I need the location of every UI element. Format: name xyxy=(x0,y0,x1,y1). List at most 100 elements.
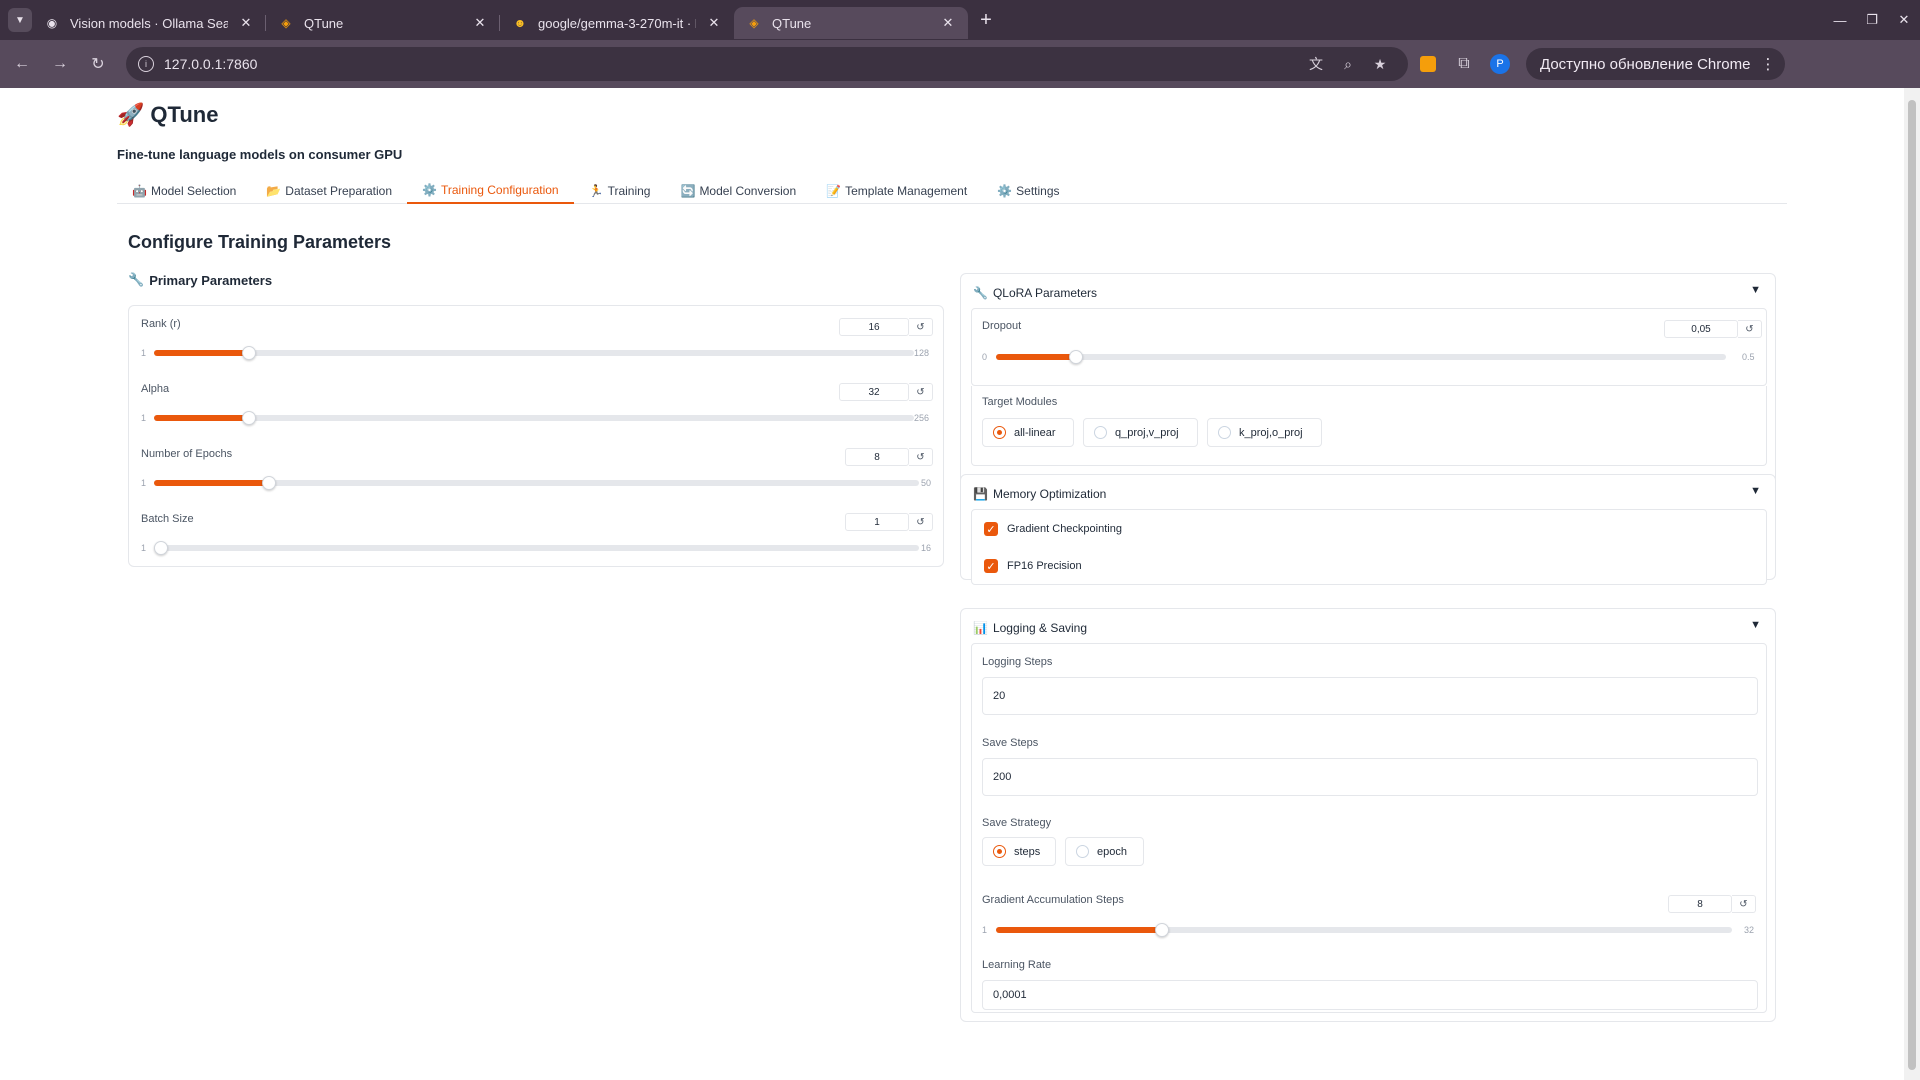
profile-avatar[interactable]: P xyxy=(1484,48,1516,80)
close-icon[interactable]: ✕ xyxy=(472,15,488,31)
tab-settings[interactable]: ⚙️ Settings xyxy=(982,178,1074,204)
learning-rate-input[interactable]: 0,0001 xyxy=(982,980,1758,1010)
collapse-triangle-icon[interactable]: ▼ xyxy=(1750,619,1761,631)
slider-label: Number of Epochs xyxy=(141,448,233,460)
address-bar[interactable]: i 127.0.0.1:7860 文 ⌕ ★ xyxy=(126,47,1408,81)
chrome-update-button[interactable]: Доступно обновление Chrome ⋮ xyxy=(1526,48,1786,80)
wrench-icon: 🔧 xyxy=(128,272,145,287)
close-icon[interactable]: ✕ xyxy=(706,15,722,31)
site-info-icon[interactable]: i xyxy=(138,56,154,72)
slider-track[interactable] xyxy=(996,923,1732,937)
restore-icon[interactable]: ❐ xyxy=(1856,12,1888,28)
reload-icon[interactable]: ↻ xyxy=(82,48,114,80)
save-steps-label: Save Steps xyxy=(982,737,1039,749)
radio-k-proj-o-proj[interactable]: k_proj,o_proj xyxy=(1207,418,1322,447)
collapse-triangle-icon[interactable]: ▼ xyxy=(1750,284,1761,296)
new-tab-plus-icon[interactable]: + xyxy=(972,6,1000,34)
accordion-header[interactable]: 🔧 QLoRA Parameters xyxy=(973,286,1097,300)
reset-icon[interactable]: ↺ xyxy=(909,318,933,336)
logging-steps-label: Logging Steps xyxy=(982,656,1053,668)
collapse-triangle-icon[interactable]: ▼ xyxy=(1750,485,1761,497)
slider-track[interactable] xyxy=(154,346,914,360)
epochs-number-input[interactable]: 8 xyxy=(845,448,909,466)
batch-size-number-input[interactable]: 1 xyxy=(845,513,909,531)
reset-icon[interactable]: ↺ xyxy=(909,383,933,401)
accordion-header[interactable]: 💾 Memory Optimization xyxy=(973,487,1106,501)
grad-accum-number-input[interactable]: 8 xyxy=(1668,895,1732,913)
slider-track[interactable] xyxy=(154,476,919,490)
tab-search-chevron-icon[interactable]: ▼ xyxy=(8,8,32,32)
tab-title: QTune xyxy=(772,15,812,31)
slider-thumb[interactable] xyxy=(154,541,168,555)
back-arrow-icon[interactable]: ← xyxy=(6,48,38,80)
save-steps-input[interactable]: 200 xyxy=(982,758,1758,796)
main-tabs: 🤖 Model Selection 📂 Dataset Preparation ⚙️… xyxy=(117,178,1787,204)
more-menu-icon[interactable]: ⋮ xyxy=(1760,55,1775,73)
zoom-icon[interactable]: ⌕ xyxy=(1332,56,1364,73)
slider-thumb[interactable] xyxy=(1069,350,1083,364)
page-scrollbar[interactable] xyxy=(1904,88,1920,1080)
range-min: 1 xyxy=(141,478,147,488)
tab-template-management[interactable]: 📝 Template Management xyxy=(811,178,982,204)
tab-training-configuration[interactable]: ⚙️ Training Configuration xyxy=(407,178,574,204)
browser-tab-2[interactable]: ◈ QTune ✕ xyxy=(266,7,500,39)
tab-training[interactable]: 🏃 Training xyxy=(574,178,666,204)
bookmark-star-icon[interactable]: ★ xyxy=(1364,56,1396,73)
reset-icon[interactable]: ↺ xyxy=(1732,895,1756,913)
window-controls: — ❐ ✕ xyxy=(1824,0,1920,40)
range-min: 1 xyxy=(141,413,147,423)
gear-icon: ⚙️ xyxy=(422,183,437,197)
primary-parameters-panel: Rank (r) 16 ↺ 1 128 Alpha 32 ↺ 1 256 Num… xyxy=(128,305,944,567)
tab-dataset-preparation[interactable]: 📂 Dataset Preparation xyxy=(251,178,407,204)
grad-accum-label: Gradient Accumulation Steps xyxy=(982,894,1124,906)
wrench-icon: 🔧 xyxy=(973,286,988,300)
browser-tab-1[interactable]: ◉ Vision models · Ollama Search ✕ xyxy=(32,7,266,39)
gradient-checkpointing-checkbox[interactable]: ✓ Gradient Checkpointing xyxy=(984,522,1122,536)
radio-q-proj-v-proj[interactable]: q_proj,v_proj xyxy=(1083,418,1198,447)
accordion-header[interactable]: 📊 Logging & Saving xyxy=(973,621,1087,635)
alpha-number-input[interactable]: 32 xyxy=(839,383,909,401)
browser-tab-4-active[interactable]: ◈ QTune ✕ xyxy=(734,7,968,39)
qtune-icon: ◈ xyxy=(749,16,759,30)
extensions-puzzle-icon[interactable]: ⧉ xyxy=(1448,48,1480,80)
translate-icon[interactable]: 文 xyxy=(1300,54,1332,74)
tab-model-selection[interactable]: 🤖 Model Selection xyxy=(117,178,251,204)
logging-steps-input[interactable]: 20 xyxy=(982,677,1758,715)
slider-thumb[interactable] xyxy=(262,476,276,490)
range-max: 0.5 xyxy=(1742,352,1755,362)
rank-number-input[interactable]: 16 xyxy=(839,318,909,336)
slider-track[interactable] xyxy=(154,541,919,555)
extension-orange-icon[interactable] xyxy=(1412,48,1444,80)
update-label: Доступно обновление Chrome xyxy=(1540,55,1751,73)
dropout-label: Dropout xyxy=(982,320,1022,332)
app-subtitle: Fine-tune language models on consumer GP… xyxy=(117,147,403,162)
browser-tab-3[interactable]: ☻ google/gemma-3-270m-it · Hugging Face … xyxy=(500,7,734,39)
radio-all-linear[interactable]: all-linear xyxy=(982,418,1074,447)
close-icon[interactable]: ✕ xyxy=(238,15,254,31)
dropout-number-input[interactable]: 0,05 xyxy=(1664,320,1738,338)
range-min: 0 xyxy=(982,352,988,362)
logging-options: Logging Steps 20 Save Steps 200 Save Str… xyxy=(971,643,1767,1013)
slider-track[interactable] xyxy=(996,350,1726,364)
range-max: 50 xyxy=(921,478,932,488)
reset-icon[interactable]: ↺ xyxy=(1738,320,1762,338)
slider-epochs: Number of Epochs 8 ↺ 1 50 xyxy=(129,436,943,501)
window-close-icon[interactable]: ✕ xyxy=(1888,12,1920,28)
forward-arrow-icon[interactable]: → xyxy=(44,48,76,80)
memory-options: ✓ Gradient Checkpointing ✓ FP16 Precision xyxy=(971,509,1767,585)
fp16-precision-checkbox[interactable]: ✓ FP16 Precision xyxy=(984,559,1082,573)
reset-icon[interactable]: ↺ xyxy=(909,513,933,531)
close-icon[interactable]: ✕ xyxy=(940,15,956,31)
reset-icon[interactable]: ↺ xyxy=(909,448,933,466)
scrollbar-thumb[interactable] xyxy=(1908,100,1916,1070)
radio-epoch[interactable]: epoch xyxy=(1065,837,1144,866)
slider-thumb[interactable] xyxy=(242,346,256,360)
radio-steps[interactable]: steps xyxy=(982,837,1056,866)
slider-thumb[interactable] xyxy=(242,411,256,425)
radio-selected-icon xyxy=(993,426,1006,439)
minimize-icon[interactable]: — xyxy=(1824,13,1856,28)
slider-thumb[interactable] xyxy=(1155,923,1169,937)
gear-icon: ⚙️ xyxy=(997,184,1013,198)
slider-track[interactable] xyxy=(154,411,914,425)
tab-model-conversion[interactable]: 🔄 Model Conversion xyxy=(665,178,811,204)
